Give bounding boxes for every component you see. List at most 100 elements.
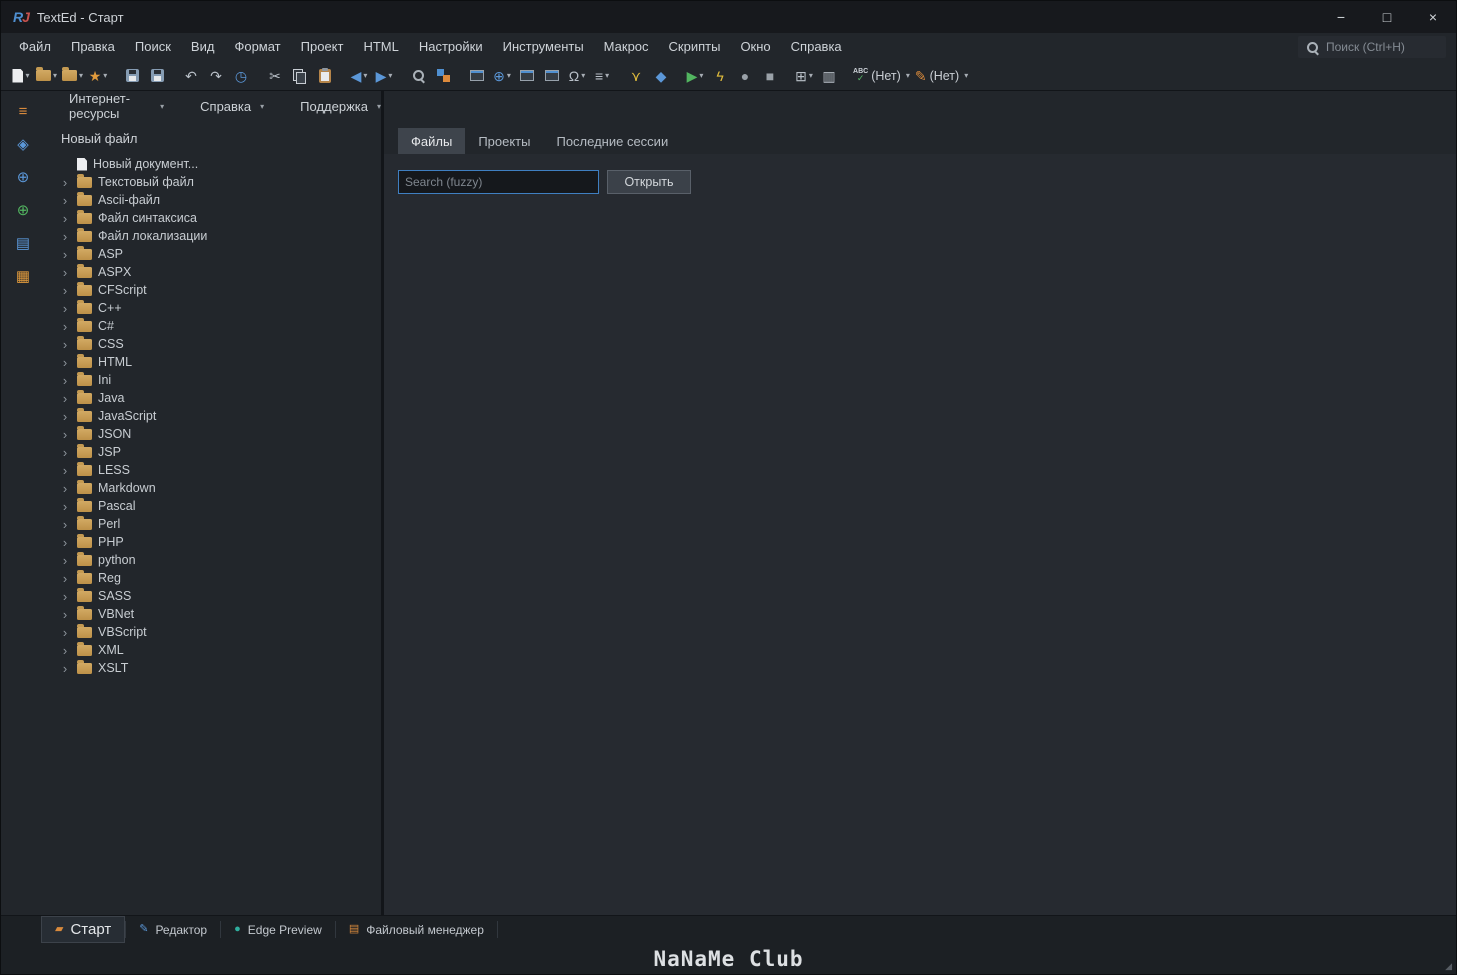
menu-macro[interactable]: Макрос	[594, 33, 659, 61]
global-search-box[interactable]: Поиск (Ctrl+H)	[1298, 36, 1446, 58]
open-recent-button[interactable]: ▾	[60, 64, 85, 88]
close-button[interactable]: ×	[1410, 1, 1456, 33]
layout-button[interactable]: ▥	[817, 64, 841, 88]
tree-item-jsp[interactable]: › JSP	[59, 443, 381, 461]
menu-scripts[interactable]: Скрипты	[659, 33, 731, 61]
history-button[interactable]: ◷	[229, 64, 253, 88]
tree-item-pascal[interactable]: › Pascal	[59, 497, 381, 515]
highlighter-dropdown[interactable]: ✎ (Нет) ▾	[913, 64, 970, 88]
save-button[interactable]	[120, 64, 144, 88]
internet-resources-dropdown[interactable]: Интернет-ресурсы ▾	[69, 91, 164, 121]
chevron-right-icon[interactable]: ›	[59, 284, 71, 297]
tree-item-less[interactable]: › LESS	[59, 461, 381, 479]
find-button[interactable]	[406, 64, 430, 88]
chevron-right-icon[interactable]: ›	[59, 554, 71, 567]
tree-item-json[interactable]: › JSON	[59, 425, 381, 443]
tree-item-php[interactable]: › PHP	[59, 533, 381, 551]
chevron-down-icon[interactable]: ▾	[581, 71, 585, 80]
cut-button[interactable]: ✂	[263, 64, 287, 88]
tree-item-cfscript[interactable]: › CFScript	[59, 281, 381, 299]
chevron-down-icon[interactable]: ▾	[363, 71, 367, 80]
open-file-button[interactable]: ▾	[34, 64, 59, 88]
menu-format[interactable]: Формат	[224, 33, 290, 61]
frame-view-button[interactable]	[515, 64, 539, 88]
menu-view[interactable]: Вид	[181, 33, 225, 61]
chevron-down-icon[interactable]: ▾	[25, 71, 29, 80]
chevron-right-icon[interactable]: ›	[59, 644, 71, 657]
paste-button[interactable]	[313, 64, 337, 88]
chevron-right-icon[interactable]: ›	[59, 428, 71, 441]
stop-macro-button[interactable]: ■	[758, 64, 782, 88]
fuzzy-search-input[interactable]	[398, 170, 599, 194]
tree-item-new-document[interactable]: Новый документ...	[59, 155, 381, 173]
chevron-right-icon[interactable]: ›	[59, 482, 71, 495]
favorites-button[interactable]: ★ ▾	[86, 64, 110, 88]
tree-item-sass[interactable]: › SASS	[59, 587, 381, 605]
chevron-down-icon[interactable]: ▾	[906, 71, 910, 80]
library-panel-button[interactable]: ▤	[9, 231, 37, 256]
tree-item-ini[interactable]: › Ini	[59, 371, 381, 389]
tree-item-xslt[interactable]: › XSLT	[59, 659, 381, 677]
chevron-down-icon[interactable]: ▾	[605, 71, 609, 80]
chevron-right-icon[interactable]: ›	[59, 572, 71, 585]
run-button[interactable]: ▶ ▾	[683, 64, 707, 88]
maximize-button[interactable]: □	[1364, 1, 1410, 33]
redo-button[interactable]: ↷	[204, 64, 228, 88]
tree-item-java[interactable]: › Java	[59, 389, 381, 407]
navigate-back-button[interactable]: ◀ ▾	[347, 64, 371, 88]
minimize-button[interactable]: −	[1318, 1, 1364, 33]
support-dropdown[interactable]: Поддержка ▾	[300, 99, 381, 114]
browser-preview-button[interactable]: ⊕ ▾	[490, 64, 514, 88]
chevron-right-icon[interactable]: ›	[59, 248, 71, 261]
chevron-right-icon[interactable]: ›	[59, 374, 71, 387]
open-button[interactable]: Открыть	[607, 170, 691, 194]
tree-item-ascii-file[interactable]: › Ascii-файл	[59, 191, 381, 209]
save-all-button[interactable]	[145, 64, 169, 88]
chevron-right-icon[interactable]: ›	[59, 302, 71, 315]
text-format-button[interactable]: ≡ ▾	[590, 64, 614, 88]
tree-item-css[interactable]: › CSS	[59, 335, 381, 353]
chevron-right-icon[interactable]: ›	[59, 212, 71, 225]
chevron-down-icon[interactable]: ▾	[53, 71, 57, 80]
chevron-right-icon[interactable]: ›	[59, 626, 71, 639]
tree-item-vbscript[interactable]: › VBScript	[59, 623, 381, 641]
tree-item-markdown[interactable]: › Markdown	[59, 479, 381, 497]
chevron-right-icon[interactable]: ›	[59, 392, 71, 405]
copy-button[interactable]	[288, 64, 312, 88]
special-chars-button[interactable]: Ω ▾	[565, 64, 589, 88]
chevron-down-icon[interactable]: ▾	[699, 71, 703, 80]
menu-tools[interactable]: Инструменты	[493, 33, 594, 61]
chevron-down-icon[interactable]: ▾	[388, 71, 392, 80]
menu-help[interactable]: Справка	[781, 33, 852, 61]
web-panel-button[interactable]: ⊕	[9, 165, 37, 190]
tree-item-csharp[interactable]: › C#	[59, 317, 381, 335]
tree-item-text-file[interactable]: › Текстовый файл	[59, 173, 381, 191]
chevron-right-icon[interactable]: ›	[59, 608, 71, 621]
chevron-right-icon[interactable]: ›	[59, 410, 71, 423]
export-window-button[interactable]	[465, 64, 489, 88]
tree-item-vbnet[interactable]: › VBNet	[59, 605, 381, 623]
undo-button[interactable]: ↶	[179, 64, 203, 88]
tree-item-aspx[interactable]: › ASPX	[59, 263, 381, 281]
plugins-button[interactable]: ◆	[649, 64, 673, 88]
chevron-down-icon[interactable]: ▾	[103, 71, 107, 80]
chevron-right-icon[interactable]: ›	[59, 464, 71, 477]
menu-settings[interactable]: Настройки	[409, 33, 493, 61]
chevron-right-icon[interactable]: ›	[59, 194, 71, 207]
tab-projects[interactable]: Проекты	[465, 128, 543, 154]
spellcheck-dropdown[interactable]: ABC ✓ (Нет) ▾	[851, 64, 912, 88]
tab-recent-sessions[interactable]: Последние сессии	[543, 128, 681, 154]
tree-item-asp[interactable]: › ASP	[59, 245, 381, 263]
notes-panel-button[interactable]: ▦	[9, 264, 37, 289]
menu-search[interactable]: Поиск	[125, 33, 181, 61]
chevron-right-icon[interactable]: ›	[59, 356, 71, 369]
chevron-right-icon[interactable]: ›	[59, 266, 71, 279]
tree-item-xml[interactable]: › XML	[59, 641, 381, 659]
menu-window[interactable]: Окно	[730, 33, 780, 61]
table-tools-button[interactable]: ⊞ ▾	[792, 64, 816, 88]
help-dropdown[interactable]: Справка ▾	[200, 99, 264, 114]
chevron-right-icon[interactable]: ›	[59, 176, 71, 189]
tree-item-reg[interactable]: › Reg	[59, 569, 381, 587]
tree-item-html[interactable]: › HTML	[59, 353, 381, 371]
tree-item-perl[interactable]: › Perl	[59, 515, 381, 533]
